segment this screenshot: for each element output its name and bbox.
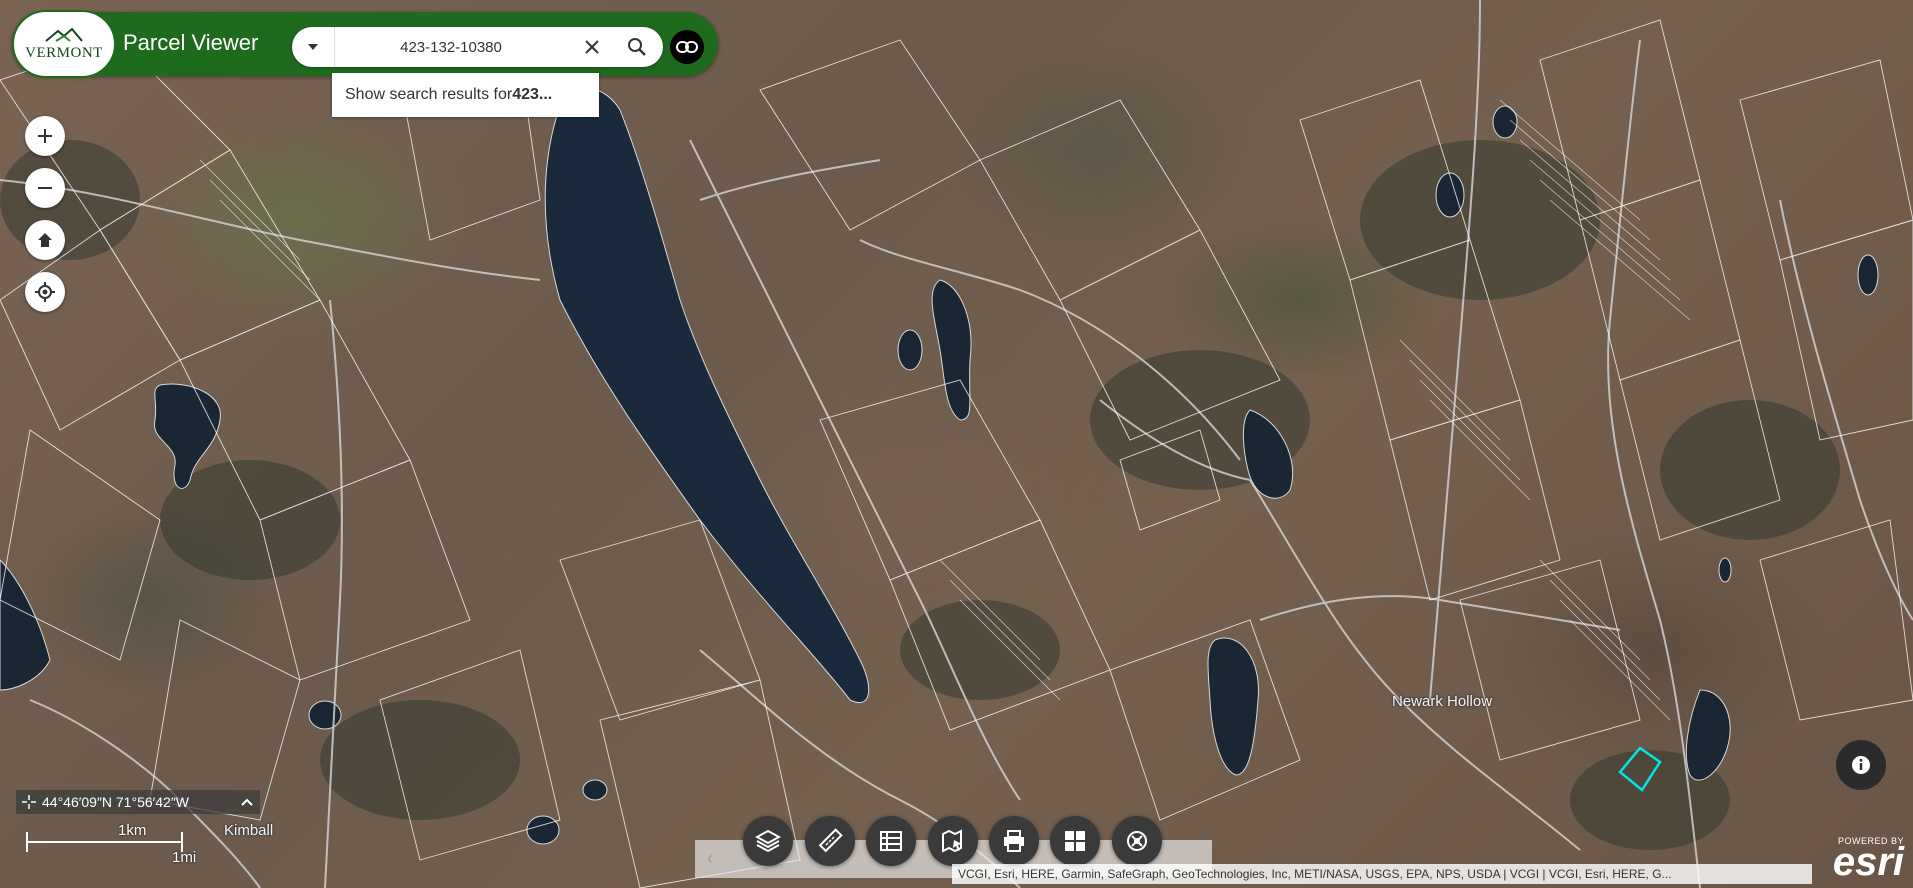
scale-km-label: 1km: [118, 822, 147, 839]
printer-icon: [1004, 830, 1024, 852]
scale-mi-label: 1mi: [172, 849, 197, 866]
basemap-gallery-button[interactable]: [1050, 816, 1100, 866]
info-icon: [1852, 756, 1870, 774]
search-suggestion[interactable]: Show search results for 423...: [332, 73, 599, 117]
measure-button[interactable]: [805, 816, 855, 866]
chevron-left-icon[interactable]: ‹: [707, 848, 713, 869]
zoom-out-button[interactable]: [25, 168, 65, 208]
table-icon: [880, 831, 902, 851]
layers-icon: [755, 829, 781, 853]
search-input[interactable]: [336, 27, 566, 67]
esri-logo: POWERED BY esri: [1822, 836, 1908, 886]
map-imagery: [0, 0, 1913, 888]
home-icon: [38, 233, 52, 247]
logo-text: VERMONT: [25, 44, 103, 61]
suggestion-prefix: Show search results for: [345, 86, 513, 103]
layers-button[interactable]: [743, 816, 793, 866]
map-canvas[interactable]: [0, 0, 1913, 888]
print-button[interactable]: [989, 816, 1039, 866]
zoom-in-button[interactable]: [25, 116, 65, 156]
plus-icon: [38, 129, 52, 143]
label-newark-hollow: Newark Hollow: [1392, 693, 1493, 710]
caret-down-icon: [308, 44, 318, 50]
minus-icon: [38, 187, 52, 189]
grid-icon: [1065, 831, 1085, 851]
link-icon: [676, 41, 698, 53]
locate-button[interactable]: [25, 272, 65, 312]
coordinate-value: 44°46′09″N 71°56′42″W: [42, 794, 190, 810]
lake-main: [544, 87, 870, 703]
scale-bar-graphic: [26, 832, 183, 852]
map-attribution[interactable]: VCGI, Esri, HERE, Garmin, SafeGraph, Geo…: [952, 864, 1812, 884]
vermont-logo: VERMONT: [12, 10, 116, 78]
chevron-up-icon[interactable]: [234, 798, 260, 806]
search-clear-button[interactable]: [574, 27, 610, 67]
tools-icon: [1127, 831, 1147, 851]
search-icon: [628, 38, 646, 56]
coordinate-readout: 44°46′09″N 71°56′42″W: [16, 790, 260, 814]
suggestion-term: 423...: [512, 86, 553, 103]
app-title: Parcel Viewer: [123, 30, 259, 55]
share-link-button[interactable]: [670, 30, 704, 64]
search-source-dropdown[interactable]: [292, 27, 335, 67]
close-icon: [585, 40, 599, 54]
home-button[interactable]: [25, 220, 65, 260]
label-kimball: Kimball: [224, 822, 274, 839]
tools-button[interactable]: [1112, 816, 1162, 866]
ruler-icon: [818, 828, 843, 853]
locate-icon: [35, 282, 55, 302]
scale-bar: 1km 1mi: [26, 822, 196, 866]
mountain-icon: [45, 27, 83, 42]
search-box: [292, 27, 663, 67]
select-map-icon: [942, 829, 962, 853]
esri-brand: esri: [1832, 840, 1904, 884]
app-header: VERMONT Parcel Viewer: [12, 10, 718, 78]
attribute-table-button[interactable]: [866, 816, 916, 866]
info-button[interactable]: [1836, 740, 1886, 790]
search-button[interactable]: [614, 27, 660, 67]
crosshair-icon[interactable]: [16, 795, 42, 809]
select-button[interactable]: [928, 816, 978, 866]
